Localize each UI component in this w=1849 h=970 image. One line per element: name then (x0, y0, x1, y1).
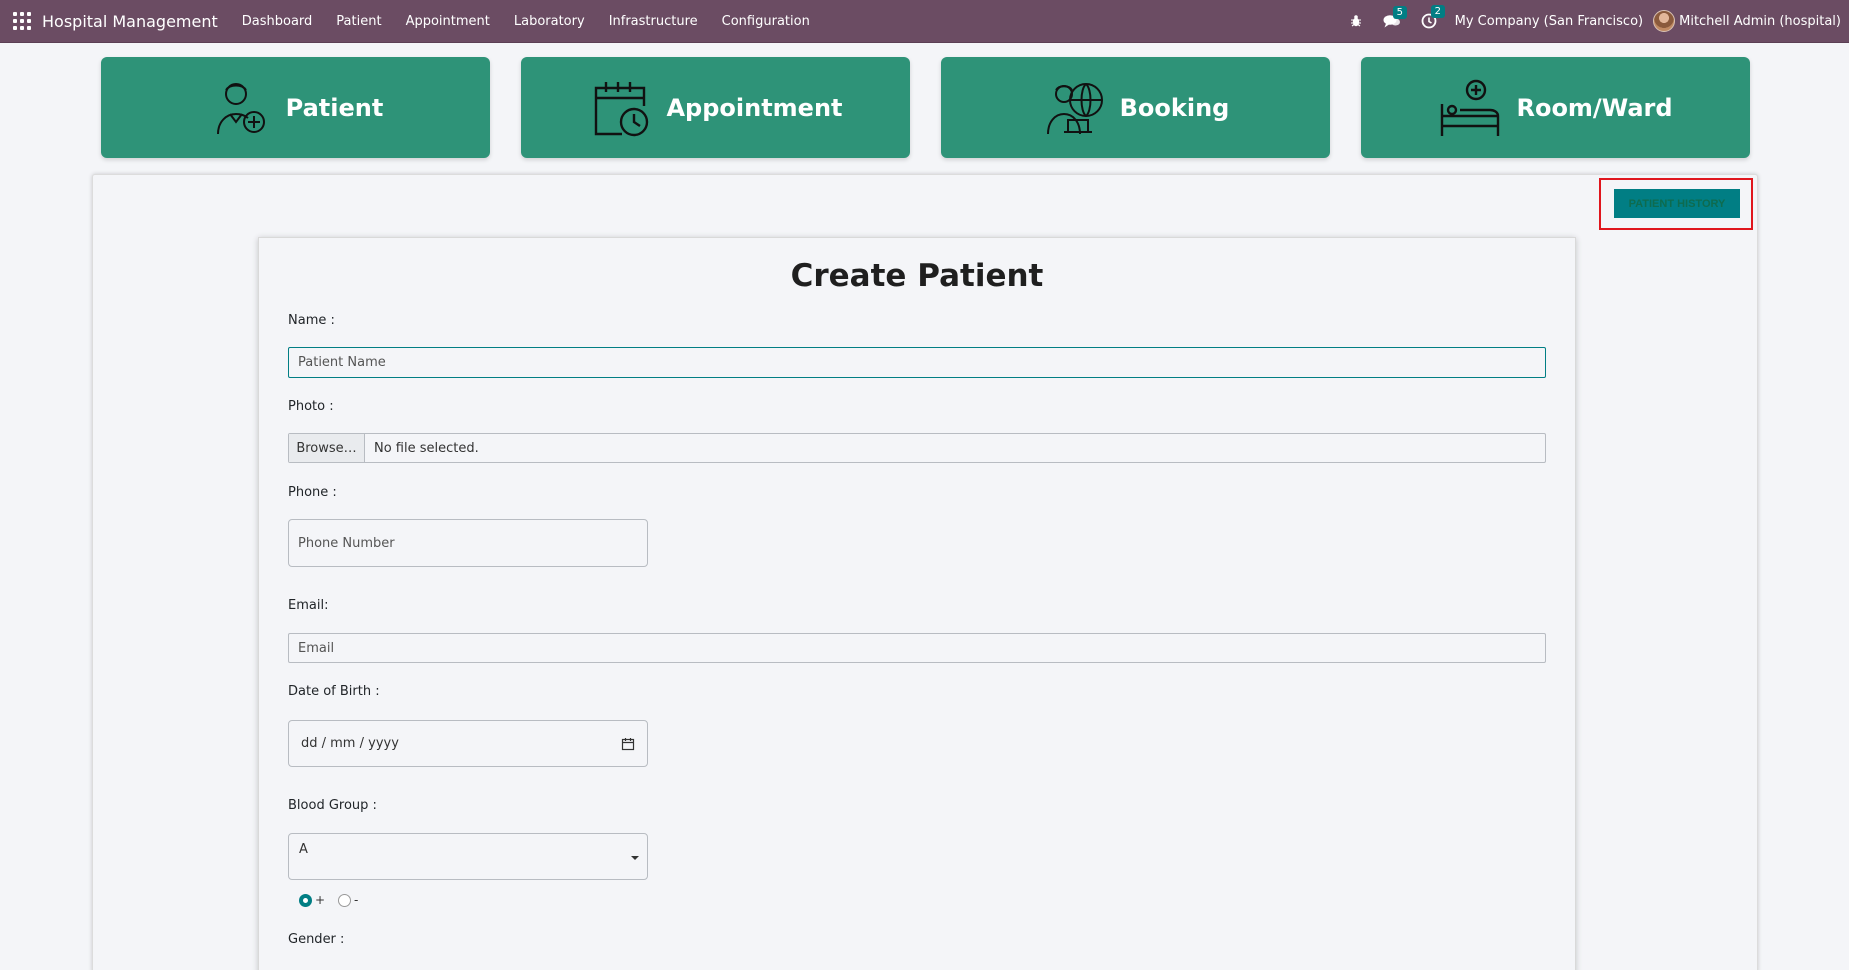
hospital-bed-icon (1441, 79, 1500, 136)
menu-item-laboratory[interactable]: Laboratory (502, 14, 597, 29)
tile-booking-label: Booking (1119, 93, 1230, 122)
activities-count-badge: 2 (1430, 5, 1446, 18)
phone-number-input[interactable] (288, 519, 648, 567)
messages-icon[interactable]: 5 (1383, 5, 1408, 29)
rh-positive-radio[interactable]: + (299, 893, 325, 907)
tile-room-ward-label: Room/Ward (1516, 93, 1673, 122)
debug-bug-icon[interactable] (1349, 14, 1363, 28)
radio-checked-icon[interactable] (299, 893, 312, 907)
main-menu: Dashboard Patient Appointment Laboratory… (230, 14, 822, 29)
user-avatar (1653, 10, 1676, 32)
app-brand[interactable]: Hospital Management (42, 12, 218, 31)
calendar-clock-icon (595, 81, 649, 136)
company-switcher[interactable]: My Company (San Francisco) (1455, 14, 1643, 29)
menu-item-configuration[interactable]: Configuration (710, 14, 822, 29)
dob-label: Date of Birth : (288, 684, 380, 699)
chevron-down-icon (631, 856, 639, 860)
phone-label: Phone : (288, 485, 337, 500)
top-navbar: Hospital Management Dashboard Patient Ap… (0, 0, 1849, 43)
gender-label: Gender : (288, 932, 345, 947)
user-name: Mitchell Admin (hospital) (1679, 13, 1841, 29)
email-label: Email: (288, 598, 329, 613)
page-title: Create Patient (790, 258, 1044, 294)
rh-negative-label: - (354, 893, 359, 907)
blood-group-select[interactable]: A (288, 833, 648, 880)
messages-count-badge: 5 (1392, 5, 1408, 19)
tile-patient-label: Patient (285, 93, 384, 122)
photo-label: Photo : (288, 399, 334, 414)
dob-placeholder-text: dd / mm / yyyy (301, 736, 399, 751)
apps-grid-icon[interactable] (12, 11, 32, 31)
email-input[interactable] (288, 633, 1546, 663)
menu-item-appointment[interactable]: Appointment (394, 14, 502, 29)
patient-history-button[interactable]: PATIENT HISTORY (1614, 189, 1740, 218)
doctor-globe-icon (1046, 82, 1103, 134)
user-menu[interactable]: Mitchell Admin (hospital) (1653, 10, 1841, 32)
photo-file-input[interactable]: Browse… No file selected. (288, 433, 1546, 463)
tile-booking[interactable]: Booking (941, 57, 1330, 158)
radio-unchecked-icon[interactable] (338, 893, 351, 907)
patient-name-input[interactable] (288, 347, 1546, 378)
menu-item-patient[interactable]: Patient (324, 14, 393, 29)
blood-group-value: A (299, 842, 308, 857)
rh-positive-label: + (315, 893, 326, 907)
rh-negative-radio[interactable]: - (338, 893, 358, 907)
tile-appointment-label: Appointment (666, 93, 843, 122)
tile-appointment[interactable]: Appointment (521, 57, 910, 158)
patient-add-icon (216, 82, 265, 134)
navbar-systray: 5 2 My Company (San Francisco) Mitchell … (1339, 0, 1849, 42)
tile-patient[interactable]: Patient (101, 57, 490, 158)
name-label: Name : (288, 313, 335, 328)
menu-item-dashboard[interactable]: Dashboard (230, 14, 325, 29)
browse-button[interactable]: Browse… (289, 434, 365, 462)
file-status-text: No file selected. (374, 440, 479, 456)
blood-group-label: Blood Group : (288, 798, 377, 813)
menu-item-infrastructure[interactable]: Infrastructure (597, 14, 710, 29)
date-of-birth-input[interactable]: dd / mm / yyyy (288, 720, 648, 767)
activity-clock-icon[interactable]: 2 (1421, 5, 1446, 29)
calendar-icon[interactable] (621, 737, 635, 751)
tile-room-ward[interactable]: Room/Ward (1361, 57, 1750, 158)
